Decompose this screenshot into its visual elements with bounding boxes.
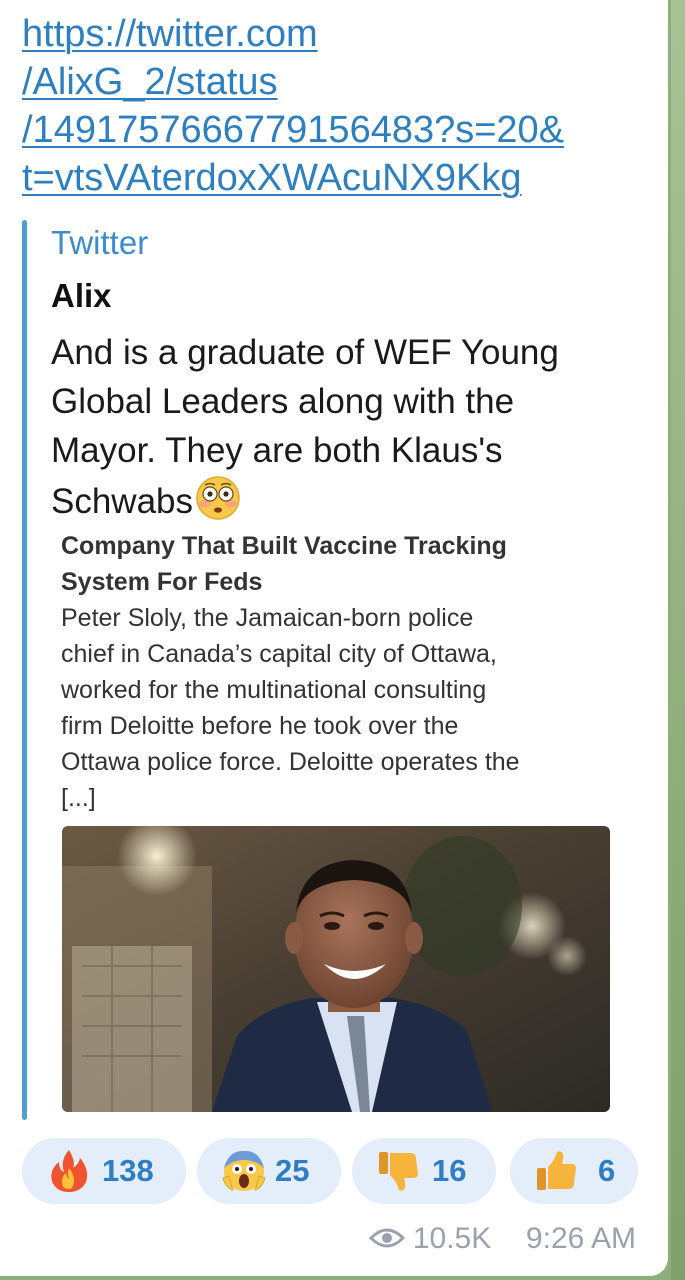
flushed-face-icon [195, 475, 241, 521]
fire-icon [46, 1148, 92, 1194]
tweet-text-line: And is a graduate of WEF Young [51, 333, 559, 372]
message-bubble[interactable]: https://twitter.com /AlixG_2/status /149… [0, 0, 668, 1276]
article-body-line: worked for the multinational consulting [61, 676, 487, 704]
article-body-line: Ottawa police force. Deloitte operates t… [61, 748, 520, 776]
message-meta: 10.5K 9:26 AM [368, 1222, 636, 1262]
tweet-link-line[interactable]: t=vtsVAterdoxXWAcuNX9Kkg [22, 154, 652, 202]
preview-tweet-text: And is a graduate of WEF Young Global Le… [51, 328, 631, 526]
article-title-line: Company That Built Vaccine Tracking [61, 532, 507, 560]
eye-icon [368, 1224, 405, 1248]
reaction-fire-button[interactable]: 138 [22, 1138, 186, 1204]
reactions-bar: 138 25 16 6 [22, 1138, 642, 1204]
article-photo[interactable] [62, 826, 610, 1112]
reaction-thumbs-up-button[interactable]: 6 [510, 1138, 638, 1204]
preview-author: Alix [51, 277, 112, 314]
chat-background [671, 0, 685, 1280]
article-body-line: chief in Canada’s capital city of Ottawa… [61, 640, 497, 668]
preview-site-name: Twitter [51, 224, 149, 261]
preview-accent-bar [22, 220, 27, 1120]
reaction-count: 6 [598, 1153, 616, 1188]
tweet-link-line[interactable]: /1491757666779156483?s=20& [22, 106, 652, 154]
article-title-line: System For Feds [61, 568, 263, 596]
article-body: Peter Sloly, the Jamaican-born police ch… [61, 600, 621, 816]
thumbs-up-icon [534, 1148, 580, 1194]
article-card: Company That Built Vaccine Tracking Syst… [61, 528, 621, 816]
message-time: 9:26 AM [525, 1222, 636, 1255]
reaction-thumbs-down-button[interactable]: 16 [352, 1138, 496, 1204]
tweet-text-line: Schwabs [51, 482, 194, 521]
thumbs-down-icon [376, 1148, 422, 1194]
tweet-link-line[interactable]: https://twitter.com [22, 10, 652, 58]
tweet-link-line[interactable]: /AlixG_2/status [22, 58, 652, 106]
screaming-face-icon [221, 1148, 267, 1194]
reaction-scream-button[interactable]: 25 [197, 1138, 341, 1204]
reaction-count: 138 [102, 1153, 154, 1188]
tweet-text-line: Mayor. They are both Klaus's [51, 431, 503, 470]
link-preview[interactable]: Twitter Alix And is a graduate of WEF Yo… [22, 220, 622, 1120]
article-body-line: [...] [61, 784, 96, 812]
reaction-count: 25 [275, 1153, 310, 1188]
article-title: Company That Built Vaccine Tracking Syst… [61, 528, 621, 600]
view-count: 10.5K [412, 1222, 492, 1255]
reaction-count: 16 [432, 1153, 467, 1188]
tweet-text-line: Global Leaders along with the [51, 382, 515, 421]
article-body-line: Peter Sloly, the Jamaican-born police [61, 604, 474, 632]
article-body-line: firm Deloitte before he took over the [61, 712, 459, 740]
tweet-link[interactable]: https://twitter.com /AlixG_2/status /149… [22, 10, 652, 202]
